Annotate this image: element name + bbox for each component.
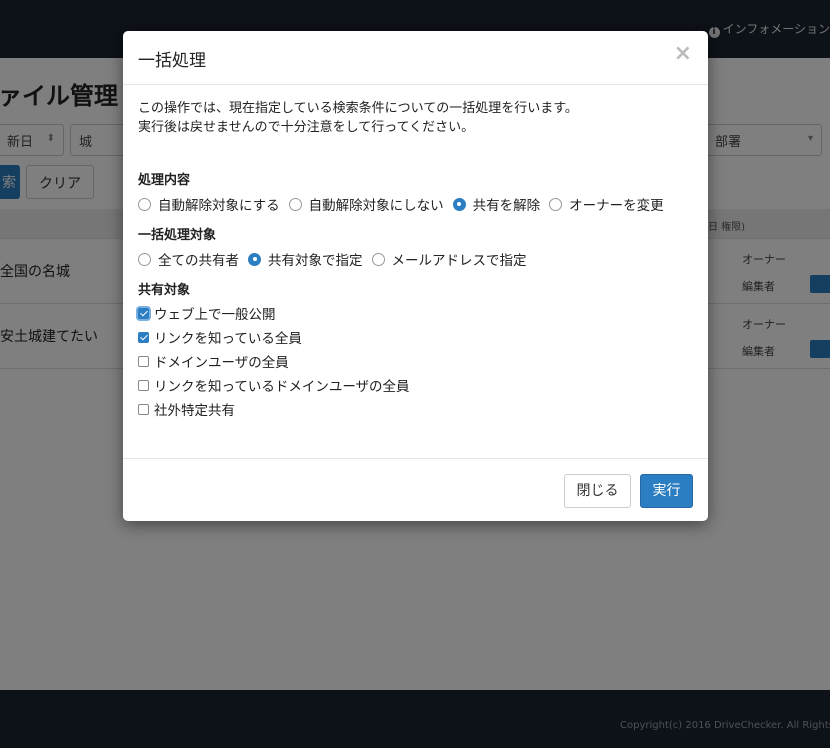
description-line-1: この操作では、現在指定している検索条件についての一括処理を行います。 xyxy=(138,101,578,116)
modal-body: この操作では、現在指定している検索条件についての一括処理を行います。 実行後は戻… xyxy=(138,99,693,421)
checkbox-label: ウェブ上で一般公開 xyxy=(154,307,276,323)
modal-header: 一括処理 × xyxy=(123,31,708,85)
checkbox-label: リンクを知っているドメインユーザの全員 xyxy=(154,379,410,395)
modal-title: 一括処理 xyxy=(138,51,206,71)
checkbox-label: 社外特定共有 xyxy=(154,403,235,419)
execute-button[interactable]: 実行 xyxy=(640,474,693,508)
target-radio-by-share-target[interactable] xyxy=(248,252,261,266)
process-options: 自動解除対象にする 自動解除対象にしない 共有を解除 オーナーを変更 xyxy=(138,193,693,215)
close-icon[interactable]: × xyxy=(674,43,692,65)
target-radio-all-sharers[interactable] xyxy=(138,252,151,266)
process-radio-change-owner[interactable] xyxy=(549,197,563,211)
checkbox-external-specific[interactable] xyxy=(138,403,149,415)
process-radio-unshare[interactable] xyxy=(452,197,466,211)
checkbox-link-anyone[interactable] xyxy=(138,331,149,343)
target-radio-by-email[interactable] xyxy=(371,252,385,266)
radio-label: 全ての共有者 xyxy=(158,253,239,269)
process-radio-auto-release[interactable] xyxy=(138,197,151,211)
share-option-link-anyone: リンクを知っている全員 xyxy=(138,325,693,349)
description-line-2: 実行後は戻せませんので十分注意をして行ってください。 xyxy=(138,120,475,135)
radio-label: 共有を解除 xyxy=(472,198,541,214)
radio-label: オーナーを変更 xyxy=(569,198,664,214)
modal-description: この操作では、現在指定している検索条件についての一括処理を行います。 実行後は戻… xyxy=(138,99,693,137)
share-target-section-title: 共有対象 xyxy=(138,283,191,298)
modal-footer: 閉じる 実行 xyxy=(123,458,708,521)
radio-label: 自動解除対象にしない xyxy=(308,198,444,214)
target-section-title: 一括処理対象 xyxy=(138,228,217,243)
process-radio-no-auto-release[interactable] xyxy=(288,197,302,211)
checkbox-label: リンクを知っている全員 xyxy=(154,331,302,347)
checkbox-domain-users[interactable] xyxy=(138,355,149,367)
radio-label: 共有対象で指定 xyxy=(268,253,363,269)
checkbox-public-web[interactable] xyxy=(138,307,149,319)
close-button[interactable]: 閉じる xyxy=(564,474,631,508)
share-target-options: ウェブ上で一般公開 リンクを知っている全員 ドメインユーザの全員 リンクを知って… xyxy=(138,301,693,421)
process-section-title: 処理内容 xyxy=(138,173,191,188)
bulk-process-modal: 一括処理 × この操作では、現在指定している検索条件についての一括処理を行います… xyxy=(123,31,708,521)
radio-label: 自動解除対象にする xyxy=(158,198,280,214)
share-option-external: 社外特定共有 xyxy=(138,397,693,421)
share-option-link-domain: リンクを知っているドメインユーザの全員 xyxy=(138,373,693,397)
checkbox-link-domain-users[interactable] xyxy=(138,379,149,391)
share-option-domain-users: ドメインユーザの全員 xyxy=(138,349,693,373)
checkbox-label: ドメインユーザの全員 xyxy=(154,355,289,371)
share-option-public: ウェブ上で一般公開 xyxy=(138,301,693,325)
radio-label: メールアドレスで指定 xyxy=(391,253,527,269)
target-options: 全ての共有者 共有対象で指定 メールアドレスで指定 xyxy=(138,248,693,270)
